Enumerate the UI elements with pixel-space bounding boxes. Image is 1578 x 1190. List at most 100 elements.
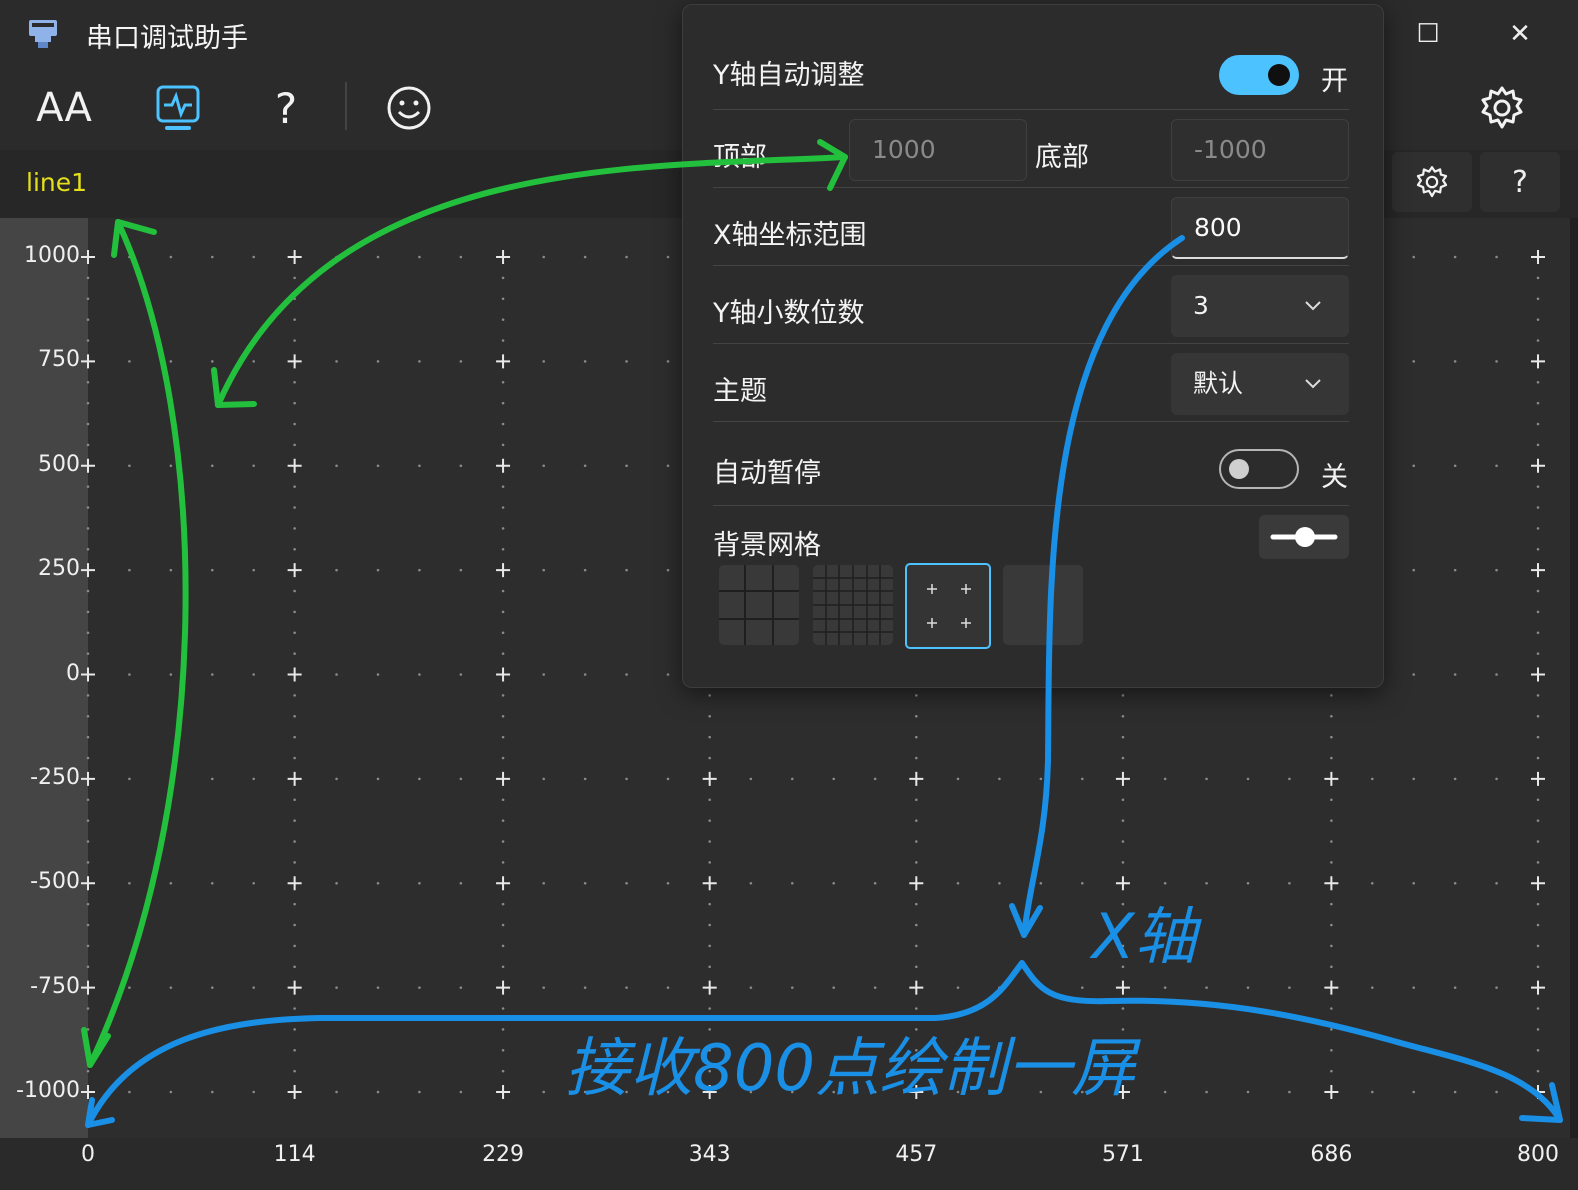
bottom-input[interactable]: -1000 [1171,119,1349,181]
top-input[interactable]: 1000 [849,119,1027,181]
grid-dot [501,798,505,802]
grid-dot [542,881,546,885]
grid-dot [335,568,338,572]
grid-option-none[interactable] [1003,565,1083,645]
grid-dot [86,339,90,342]
grid-dot [1121,944,1125,948]
grid-dot [376,881,380,885]
grid-dot [128,881,131,885]
grid-cross [1531,354,1545,369]
grid-cross [287,563,302,578]
y-decimals-select[interactable]: 3 [1171,275,1349,337]
grid-dot [915,1048,918,1052]
grid-dot [583,1090,587,1094]
grid-dot [418,1090,421,1094]
grid-cross [287,250,302,264]
grid-dot [376,1090,380,1094]
y-tick-label: -1000 [16,1078,80,1103]
theme-select[interactable]: 默认 [1171,353,1349,415]
grid-dot [832,777,836,781]
grid-dot [1453,464,1457,468]
grid-dot [1495,777,1498,781]
grid-dot [1080,1090,1084,1094]
grid-dot [1039,986,1043,989]
grid-cross [1324,771,1339,786]
grid-dot [666,881,670,885]
settings-panel: Y轴自动调整 开 顶部 1000 底部 -1000 X轴坐标范围 800 Y轴小… [682,4,1384,688]
grid-dot [86,527,90,530]
grid-dot [252,881,256,885]
grid-dot [1536,318,1540,321]
grid-dot [1205,881,1208,885]
grid-dot [1453,881,1457,885]
slider-icon [1270,527,1338,547]
grid-cross [909,980,924,995]
grid-dot [418,360,421,363]
grid-dot [1121,819,1125,822]
grid-dot [501,422,505,426]
grid-dot [293,861,296,864]
divider [713,505,1349,506]
grid-density-slider[interactable] [1259,515,1349,559]
grid-dot [169,881,173,885]
grid-dot [1163,986,1167,989]
grid-dot [915,714,918,718]
grid-dot [86,443,90,447]
grid-option-fine-lines[interactable] [813,565,893,645]
x-tick-label: 571 [1101,1142,1144,1167]
grid-dot [1536,339,1540,342]
grid-dot [1495,986,1498,989]
grid-cross [1531,980,1545,995]
grid-dot [666,673,670,676]
grid-dot [293,380,296,384]
grid-dot [501,923,505,927]
grid-dot [169,986,173,989]
grid-cross [1115,980,1130,995]
grid-cross [287,771,302,786]
grid-dot [293,276,296,280]
grid-dot [583,360,587,363]
auto-pause-toggle[interactable] [1219,449,1299,489]
auto-pause-state: 关 [1321,462,1348,493]
grid-dot [501,527,505,530]
grid-dot [86,276,90,280]
grid-dot [418,777,421,781]
y-tick-label: 500 [38,451,80,477]
grid-dot [583,568,587,572]
grid-dot [708,840,711,843]
grid-dot [1080,881,1084,885]
grid-dot [1121,902,1125,906]
grid-option-lines[interactable] [719,565,799,645]
grid-dot [376,255,380,259]
grid-dot [210,568,214,572]
grid-dot [1536,527,1540,530]
grid-cross [1324,876,1339,891]
y-auto-toggle[interactable] [1219,55,1299,95]
grid-dot [293,485,296,488]
grid-dot [1246,1090,1250,1094]
grid-dot [1412,881,1416,885]
grid-cross [496,771,511,786]
grid-dot [86,610,90,614]
grid-dot [501,694,505,697]
grid-dot [542,986,546,989]
grid-cross [909,876,924,891]
grid-dot [708,756,711,760]
grid-dot [459,464,463,468]
grid-dot [1121,694,1125,697]
grid-dot [501,1028,505,1031]
grid-dot [956,777,960,781]
grid-dot [1412,673,1416,676]
grid-dot [459,255,463,259]
grid-dot [335,464,338,468]
grid-dot [86,401,90,405]
grid-option-crosses[interactable] [905,563,991,649]
grid-dot [708,861,711,864]
grid-cross [1531,250,1545,264]
grid-dot [293,840,296,843]
x-range-input[interactable]: 800 [1171,197,1349,259]
grid-cross [1531,458,1545,473]
grid-dot [873,777,877,781]
grid-dot [501,902,505,906]
grid-dot [501,1007,505,1010]
